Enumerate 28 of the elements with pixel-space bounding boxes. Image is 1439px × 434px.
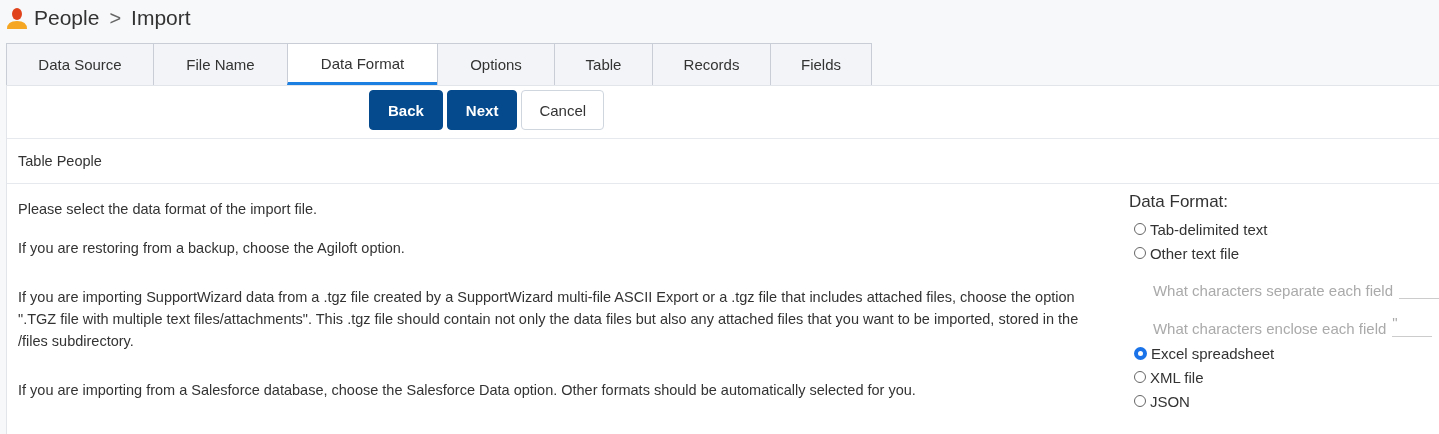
page-title: Import xyxy=(131,6,191,30)
tab[interactable]: File Name xyxy=(153,43,288,85)
instruction-text: If you are importing from a Salesforce database, choose the Salesforce Data option. Other formats should be automatically selected for you. xyxy=(18,381,917,400)
instruction-text: Please select the data format of the import file. xyxy=(18,200,318,219)
action-button[interactable]: Cancel xyxy=(521,90,605,130)
radio-label: JSON xyxy=(1149,392,1190,410)
radio-label: XML file xyxy=(1149,368,1204,386)
tab[interactable]: Data Format xyxy=(287,43,438,85)
tab[interactable]: Data Source xyxy=(6,43,154,85)
action-button[interactable]: Back xyxy=(369,90,443,130)
data-format-title: Data Format: xyxy=(1128,192,1230,212)
tab[interactable]: Table xyxy=(554,43,653,85)
radio-button[interactable] xyxy=(1133,346,1147,360)
action-button[interactable]: Next xyxy=(446,90,518,130)
table-heading: Table People xyxy=(18,153,102,169)
radio-label: Excel spreadsheet xyxy=(1150,344,1275,362)
instruction-text: If you are importing SupportWizard data from a .tgz file created by a SupportWizard multi-file ASCII Export or a .tgz file that includes attached files, choose the option ".TGZ file with multiple text files/attachments". This .tgz file should contain not only the data files but also any attached files that you want to be imported, stored in the /files subdirectory. xyxy=(18,288,1080,351)
radio-label: Other text file xyxy=(1149,244,1240,262)
person-icon xyxy=(6,7,28,29)
tab[interactable]: Fields xyxy=(770,43,872,85)
breadcrumb-separator: > xyxy=(109,6,122,30)
breadcrumb-link[interactable]: People xyxy=(34,6,100,30)
radio-label: Tab-delimited text xyxy=(1149,220,1268,238)
tab[interactable]: Options xyxy=(437,43,555,85)
tab[interactable]: Records xyxy=(652,43,771,85)
field-label: What characters enclose each field xyxy=(1152,320,1387,337)
instruction-text: If you are restoring from a backup, choose the Agiloft option. xyxy=(18,239,406,258)
field-label: What characters separate each field xyxy=(1152,282,1393,299)
